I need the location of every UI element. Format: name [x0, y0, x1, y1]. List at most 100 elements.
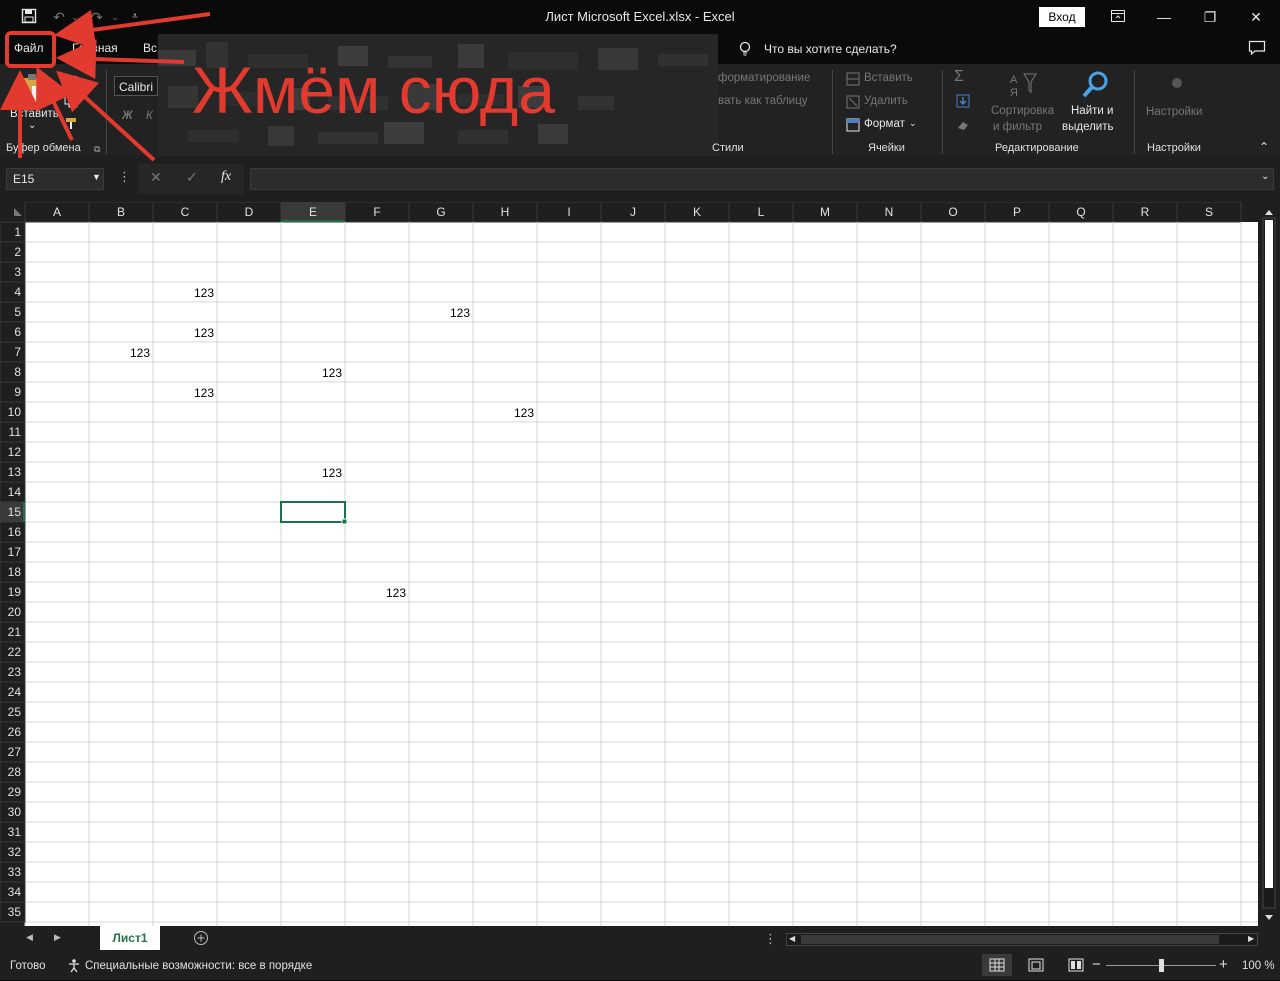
format-cells-icon[interactable]: [846, 118, 860, 137]
tab-split-handle-icon[interactable]: ⋮: [764, 931, 777, 947]
scroll-tabs-left-icon[interactable]: ◀: [26, 932, 33, 943]
horizontal-scroll-thumb[interactable]: [801, 935, 1219, 944]
row-label: 2: [14, 245, 21, 259]
cell-E13[interactable]: 123: [322, 466, 342, 480]
zoom-level[interactable]: 100 %: [1242, 960, 1275, 972]
bold-button[interactable]: Ж: [122, 110, 133, 122]
minimize-icon[interactable]: —: [1152, 6, 1176, 28]
fill-handle[interactable]: [341, 518, 348, 525]
copy-icon[interactable]: [64, 94, 78, 113]
column-label: N: [885, 205, 894, 219]
comments-icon[interactable]: [1248, 40, 1266, 61]
clipboard-launcher-icon[interactable]: ⧉: [94, 144, 100, 155]
insert-cells-icon[interactable]: [846, 72, 860, 91]
column-label: K: [693, 205, 701, 219]
zoom-slider-thumb[interactable]: [1158, 959, 1164, 972]
row-header-7[interactable]: [0, 341, 26, 363]
page-break-view-icon[interactable]: [1068, 958, 1084, 977]
row-header-4[interactable]: [0, 281, 26, 303]
row-label: 18: [8, 565, 22, 579]
row-label: 32: [8, 845, 22, 859]
tab-home[interactable]: Главная: [72, 41, 118, 55]
signin-button[interactable]: Вход: [1039, 7, 1085, 27]
expand-formula-icon[interactable]: ⌄: [1261, 171, 1269, 182]
paste-button[interactable]: Вставить: [10, 108, 59, 120]
cell-G5[interactable]: 123: [450, 306, 470, 320]
zoom-in-icon[interactable]: +: [1219, 956, 1228, 973]
insert-cells-button[interactable]: Вставить: [864, 72, 913, 84]
row-header-6[interactable]: [0, 321, 26, 343]
collapse-ribbon-icon[interactable]: ⌃: [1259, 140, 1269, 154]
row-header-8[interactable]: [0, 361, 26, 383]
delete-cells-button[interactable]: Удалить: [864, 95, 908, 107]
scroll-right-icon[interactable]: ▶: [1248, 934, 1254, 943]
italic-button[interactable]: К: [146, 110, 153, 122]
status-bar: Готово Специальные возможности: все в по…: [0, 952, 1280, 980]
row-header-9[interactable]: [0, 381, 26, 403]
selected-cell[interactable]: [280, 501, 346, 523]
sheet-tab-active[interactable]: Лист1: [100, 926, 160, 950]
ribbon-separator: [1134, 70, 1135, 154]
vertical-scroll-thumb[interactable]: [1265, 220, 1273, 888]
accessibility-status[interactable]: Специальные возможности: все в порядке: [85, 960, 312, 972]
row-header-5[interactable]: [0, 301, 26, 323]
tab-file[interactable]: Файл: [14, 41, 44, 55]
cell-C4[interactable]: 123: [194, 286, 214, 300]
sort-filter-button-line2[interactable]: и фильтр: [993, 121, 1042, 133]
restore-icon[interactable]: ❐: [1198, 6, 1222, 28]
name-box-dropdown-icon[interactable]: ▼: [92, 172, 101, 182]
cell-B7[interactable]: 123: [130, 346, 150, 360]
formula-input[interactable]: [250, 168, 1274, 190]
row-label: 23: [8, 665, 22, 679]
settings-button[interactable]: Настройки: [1146, 106, 1202, 118]
fill-icon[interactable]: [956, 94, 970, 113]
format-painter-icon[interactable]: [64, 116, 80, 135]
insert-function-icon[interactable]: fx: [221, 169, 231, 185]
format-as-table-button[interactable]: вать как таблицу: [718, 95, 808, 107]
delete-cells-icon[interactable]: [846, 95, 860, 114]
worksheet-grid[interactable]: A B C D E F G H I J K L M N O P Q R S 1 2 3 4 5 6 7 8 9 10 11 12 13 14 15…: [0, 201, 1280, 926]
horizontal-scrollbar[interactable]: [786, 933, 1258, 946]
annotation-caption: Жмём сюда: [192, 53, 555, 127]
cell-F19[interactable]: 123: [386, 586, 406, 600]
find-select-button[interactable]: Найти и: [1071, 105, 1113, 117]
clear-icon[interactable]: [956, 118, 970, 136]
row-label: 14: [8, 485, 22, 499]
scroll-left-icon[interactable]: ◀: [789, 934, 795, 943]
conditional-formatting-button[interactable]: форматирование: [718, 72, 810, 84]
cell-H10[interactable]: 123: [514, 406, 534, 420]
page-layout-view-icon[interactable]: [1028, 958, 1044, 977]
sort-filter-icon[interactable]: АЯ: [1008, 70, 1038, 103]
cancel-icon[interactable]: ✕: [150, 169, 162, 186]
ribbon-display-options-icon[interactable]: [1106, 6, 1130, 28]
row-header-2[interactable]: [0, 241, 26, 263]
normal-view-button[interactable]: [982, 954, 1012, 976]
find-select-button-line2[interactable]: выделить: [1062, 121, 1114, 133]
zoom-slider[interactable]: [1106, 959, 1216, 972]
sort-filter-button[interactable]: Сортировка: [991, 105, 1054, 117]
row-header-1[interactable]: [0, 221, 26, 243]
paste-icon[interactable]: [20, 72, 48, 109]
cell-C6[interactable]: 123: [194, 326, 214, 340]
row-header-3[interactable]: [0, 261, 26, 283]
find-select-icon[interactable]: [1080, 70, 1110, 105]
paste-dropdown-icon[interactable]: ⌄: [28, 120, 36, 131]
add-sheet-icon[interactable]: [193, 930, 209, 951]
cell-C9[interactable]: 123: [194, 386, 214, 400]
close-icon[interactable]: ✕: [1244, 6, 1268, 28]
scroll-tabs-right-icon[interactable]: ▶: [54, 932, 61, 943]
font-name-box[interactable]: Calibri: [114, 76, 158, 96]
cell-E8[interactable]: 123: [322, 366, 342, 380]
row-label: 15: [8, 505, 22, 519]
tab-insert[interactable]: Вс: [143, 41, 157, 55]
tell-me-search[interactable]: Что вы хотите сделать?: [764, 42, 897, 56]
zoom-out-icon[interactable]: −: [1092, 956, 1101, 973]
format-cells-button[interactable]: Формат: [864, 118, 905, 130]
column-label: C: [181, 205, 190, 219]
format-dropdown-icon[interactable]: ⌄: [909, 118, 917, 129]
autosum-icon[interactable]: Σ: [954, 68, 964, 86]
enter-icon[interactable]: ✓: [186, 169, 198, 186]
name-box[interactable]: E15: [6, 168, 104, 190]
add-in-icon[interactable]: [1172, 78, 1182, 88]
cut-icon[interactable]: ✂: [66, 70, 78, 87]
